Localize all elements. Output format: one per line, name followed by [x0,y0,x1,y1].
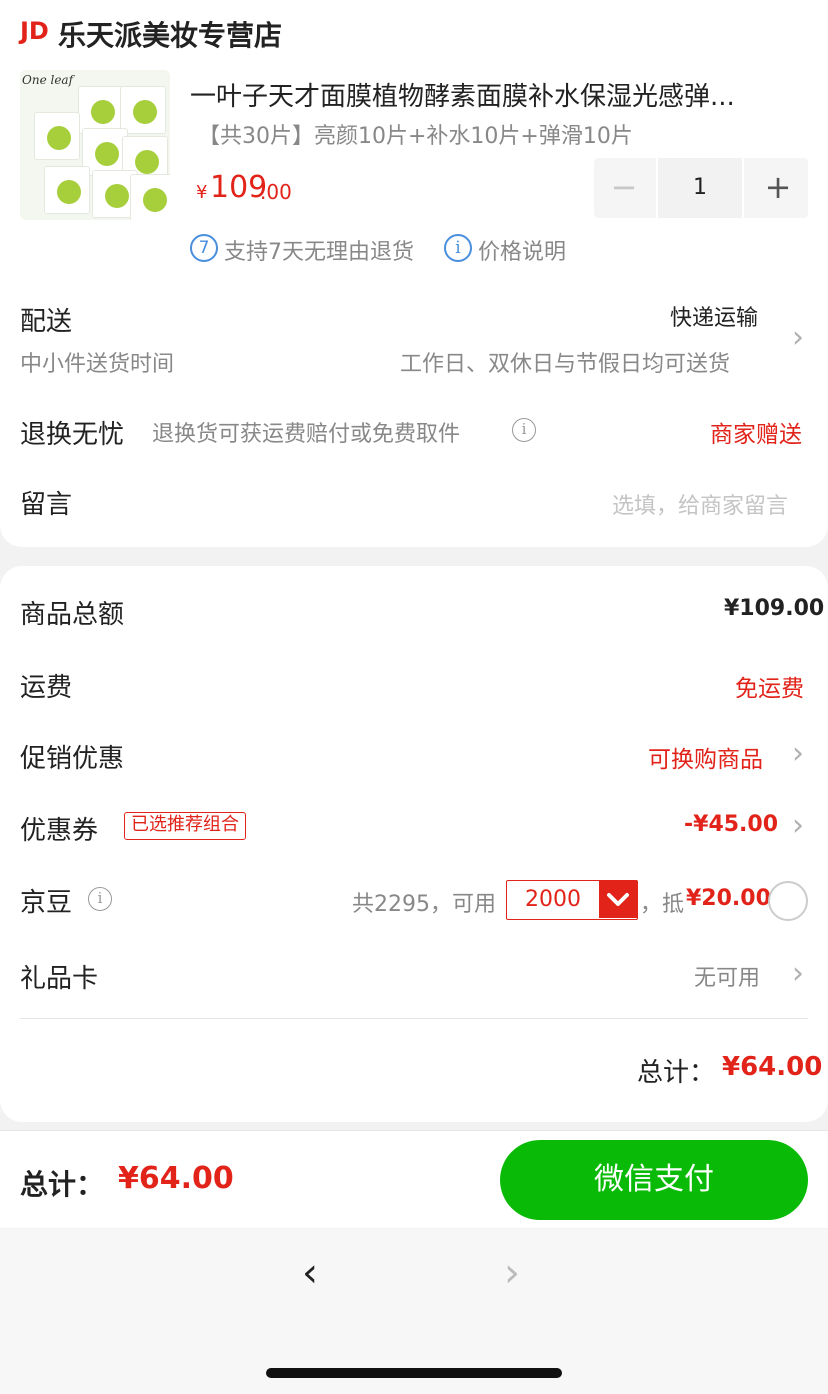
delivery-method[interactable]: 快递运输 [670,300,758,332]
giftcard-chevron-icon[interactable]: › [792,956,804,991]
chevron-down-icon[interactable] [599,881,637,918]
summary-card [0,566,828,1122]
price-info-icon[interactable]: i [444,234,472,262]
giftcard-value[interactable]: 无可用 [694,960,760,992]
quantity-field[interactable]: 1 [656,158,744,218]
product-title[interactable]: 一叶子天才面膜植物酵素面膜补水保湿光感弹... [190,76,790,113]
goods-total-label: 商品总额 [20,600,125,630]
return-policy-text[interactable]: 支持7天无理由退货 [224,234,414,266]
return-worry-desc: 退换货可获运费赔付或免费取件 [152,422,461,447]
beans-total-text: 共2295，可用 [352,892,496,917]
decrease-button[interactable]: − [594,158,654,218]
back-arrow-icon[interactable]: ‹ [302,1250,318,1296]
beans-select[interactable]: 2000 [506,880,638,920]
message-input[interactable]: 选填，给商家留言 [612,488,788,520]
price-decimal: .00 [260,180,292,204]
forward-arrow-icon[interactable]: › [504,1250,520,1296]
thumbnail-brand: One leaf [22,73,74,87]
summary-divider [20,1018,808,1019]
beans-label: 京豆 [20,888,73,918]
summary-total-value: ¥64.00 [722,1052,823,1082]
promo-chevron-icon[interactable]: › [792,736,804,771]
product-thumbnail[interactable]: One leaf [20,70,170,220]
home-indicator[interactable] [266,1368,562,1378]
goods-total-value: ¥109.00 [724,596,825,621]
coupon-chevron-icon[interactable]: › [792,808,804,843]
return-worry-value: 商家赠送 [710,422,802,448]
increase-button[interactable]: + [748,158,808,218]
return-info-icon[interactable]: i [512,418,536,442]
coupon-value[interactable]: -¥45.00 [684,812,778,837]
promo-label: 促销优惠 [20,744,125,774]
giftcard-label: 礼品卡 [20,964,99,994]
delivery-chevron-icon[interactable]: › [792,320,804,355]
message-label: 留言 [20,490,73,520]
beans-radio[interactable] [768,881,808,921]
jd-logo: JD [20,17,49,45]
return-worry-label: 退换无忧 [20,420,125,450]
seven-day-return-icon: 7 [190,234,218,262]
shipping-label: 运费 [20,673,73,703]
wechat-pay-button[interactable]: 微信支付 [500,1140,808,1220]
beans-offset-prefix: ，抵 [640,892,685,917]
beans-select-value[interactable]: 2000 [507,881,599,918]
price-info-link[interactable]: 价格说明 [478,234,566,266]
price-currency: ¥ [196,182,208,203]
summary-total-label: 总计： [637,1058,716,1088]
price-integer: 109 [210,170,268,205]
delivery-time-label: 中小件送货时间 [20,352,175,377]
delivery-label: 配送 [20,307,73,337]
promo-value[interactable]: 可换购商品 [648,740,763,774]
coupon-label: 优惠券 [20,816,99,846]
beans-info-icon[interactable]: i [88,887,112,911]
checkout-total-label: 总计： [20,1168,105,1201]
coupon-tag: 已选推荐组合 [124,812,246,840]
delivery-time-value: 工作日、双休日与节假日均可送货 [400,352,731,377]
checkout-total-value: ¥64.00 [118,1161,234,1196]
beans-offset-value: ¥20.00 [686,886,771,911]
store-name[interactable]: 乐天派美妆专营店 [58,14,282,54]
quantity-stepper: − 1 + [594,158,808,218]
product-spec: 【共30片】亮颜10片+补水10片+弹滑10片 [198,124,633,149]
shipping-value: 免运费 [735,676,804,702]
